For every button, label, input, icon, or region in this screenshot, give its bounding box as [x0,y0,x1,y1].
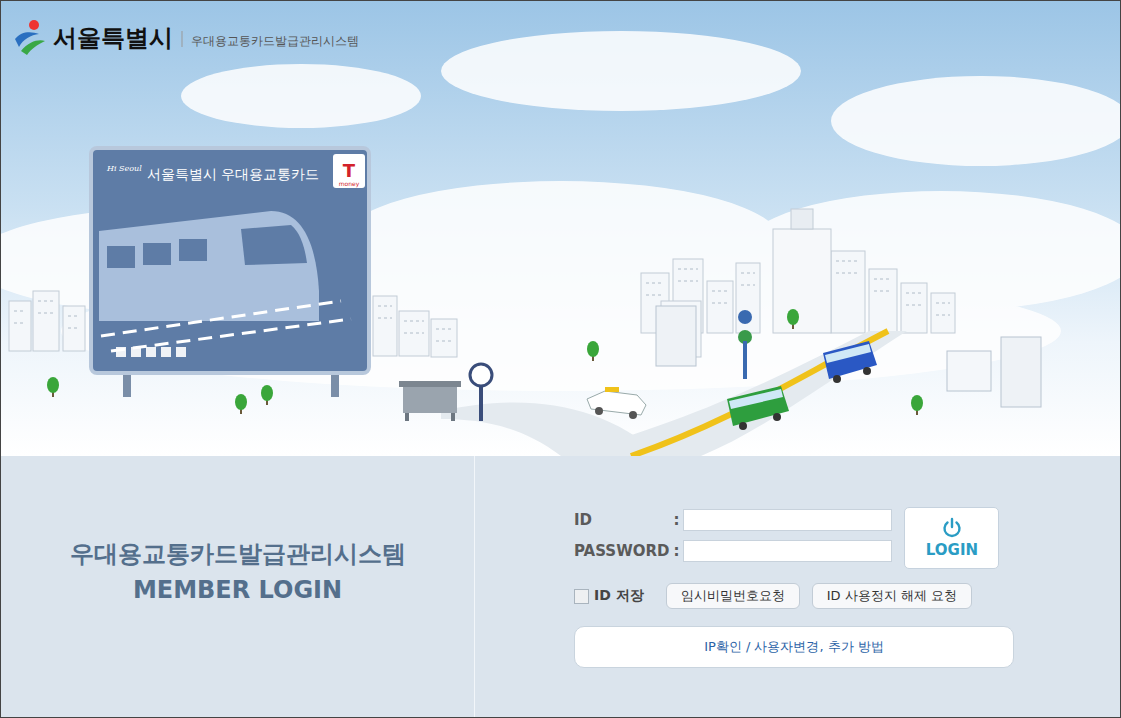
blue-bus-icon [823,341,877,383]
train-icon [99,211,351,351]
svg-text:T: T [343,160,356,181]
green-bus-icon [727,386,789,430]
member-login-title: MEMBER LOGIN [133,576,342,604]
login-page: 서울특별시우대용교통카드발급관리시스템Hi Seoul서울특별시 우대용교통카드… [0,0,1121,718]
id-input[interactable] [683,509,892,531]
city-scene-illustration: 서울특별시 우대용교통카드발급관리시스템 Hi Seoul 서울특별시 우대용교통카드… [1,1,1120,456]
system-title: 우대용교통카드발급관리시스템 [70,538,406,570]
svg-text:Hi Seoul: Hi Seoul [106,164,142,173]
city-buildings [9,209,1041,407]
map-pin [738,310,752,379]
clouds [1,31,1120,391]
ip-help-button[interactable]: IP확인 / 사용자변경, 추가 방법 [574,626,1014,668]
credential-fields: ID : PASSWORD : [574,507,892,562]
bus-sign [470,364,492,421]
svg-text:서울특별시 우대용교통카드: 서울특별시 우대용교통카드 [147,166,319,182]
taxi-icon [587,387,646,419]
svg-text:서울특별시: 서울특별시 [53,24,173,52]
login-button[interactable]: LOGIN [904,507,999,569]
bus-stop-shelter [399,381,461,421]
billboard: Hi Seoul 서울특별시 우대용교통카드 Tmoney [91,148,369,397]
trees [47,309,923,415]
power-icon [941,517,963,539]
field-label: PASSWORD [574,542,669,560]
billboard-icons [116,347,186,357]
request-button[interactable]: ID 사용정지 해제 요청 [812,583,972,609]
seoul-symbol-icon [15,20,45,55]
field-label: ID [574,511,669,529]
svg-text:우대용교통카드발급관리시스템: 우대용교통카드발급관리시스템 [191,34,359,48]
password-input[interactable] [683,540,892,562]
login-area: 우대용교통카드발급관리시스템 MEMBER LOGIN ID : PASSWOR… [1,456,1120,717]
svg-text:money: money [339,180,360,188]
request-button[interactable]: 임시비밀번호요청 [666,583,800,609]
hero-illustration: 서울특별시 우대용교통카드발급관리시스템 Hi Seoul 서울특별시 우대용교통카드… [1,1,1120,456]
seoul-logo[interactable]: 서울특별시 우대용교통카드발급관리시스템 [15,20,359,55]
checkbox-box[interactable] [574,589,589,604]
field-colon: : [673,542,679,560]
login-form: ID : PASSWORD : LOGIN ID 저장 임시비밀번호요청 ID 사… [475,456,1015,717]
login-title-panel: 우대용교통카드발급관리시스템 MEMBER LOGIN [1,456,475,717]
road [441,331,907,456]
save-id-checkbox[interactable]: ID 저장 [574,587,644,605]
field-colon: : [673,511,679,529]
tmoney-badge: Tmoney [333,154,365,188]
